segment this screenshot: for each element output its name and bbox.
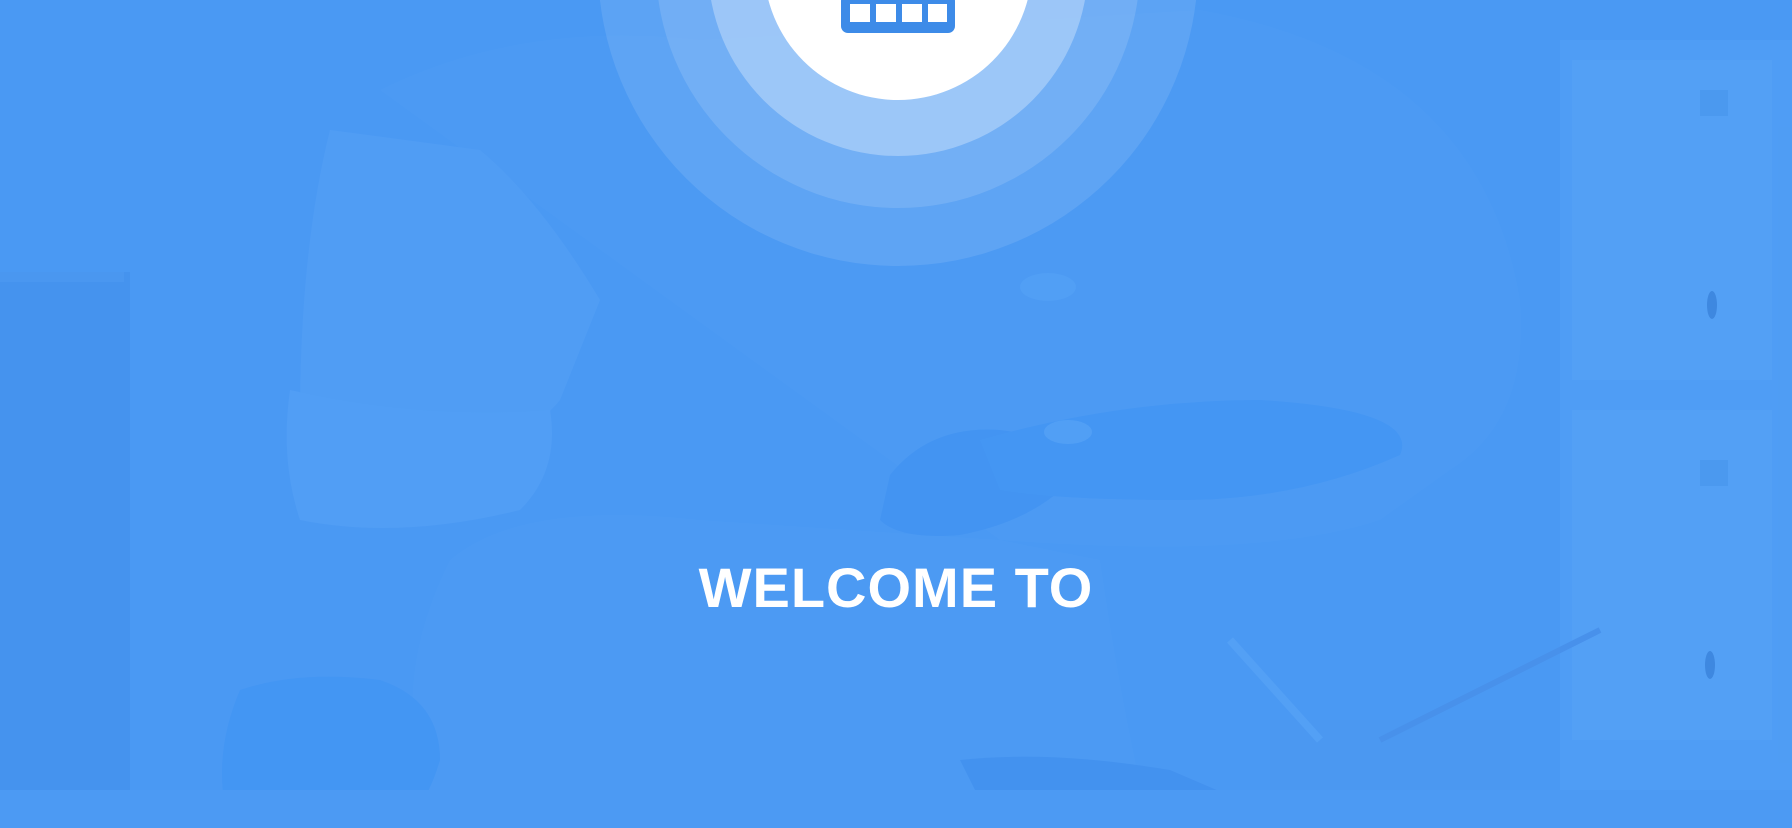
welcome-screen: WELCOME TO	[0, 0, 1792, 828]
welcome-heading: WELCOME TO	[698, 556, 1094, 619]
logo-badge	[599, 0, 1197, 266]
calendar-icon	[841, 0, 955, 33]
